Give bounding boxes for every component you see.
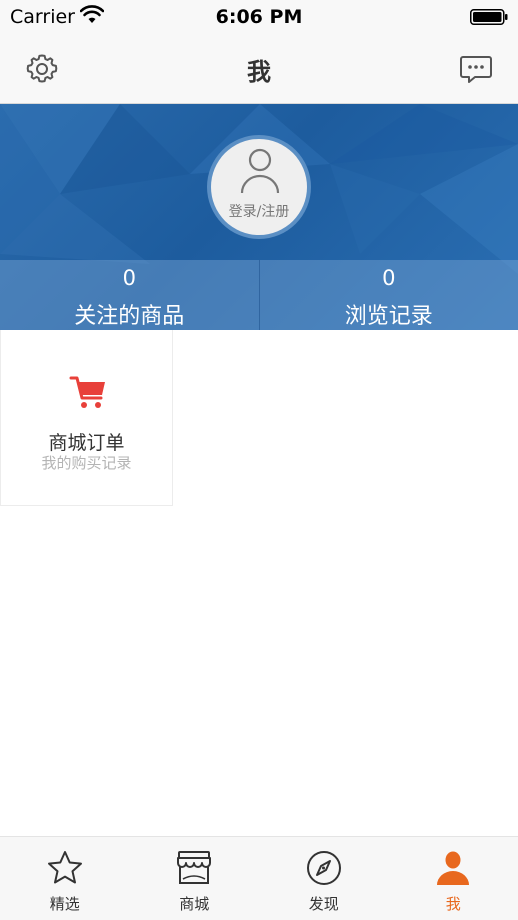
stat-count: 0 bbox=[122, 266, 136, 290]
nav-bar: 我 bbox=[0, 34, 518, 104]
tab-label: 我 bbox=[445, 895, 461, 913]
tab-featured[interactable]: 精选 bbox=[0, 837, 130, 920]
avatar-login-button[interactable]: 登录/注册 bbox=[207, 135, 311, 239]
page-title: 我 bbox=[247, 58, 271, 86]
tab-label: 发现 bbox=[308, 895, 339, 913]
avatar: 登录/注册 bbox=[211, 139, 307, 235]
tab-bar: 精选 商城 发现 我 bbox=[0, 836, 518, 920]
cart-icon bbox=[69, 376, 105, 408]
tab-me[interactable]: 我 bbox=[389, 837, 518, 920]
tab-label: 精选 bbox=[49, 895, 80, 913]
message-button[interactable] bbox=[456, 49, 496, 89]
status-bar: Carrier 6:06 PM bbox=[0, 0, 518, 34]
stat-label: 关注的商品 bbox=[74, 304, 185, 329]
profile-stats: 0 关注的商品 0 浏览记录 bbox=[0, 260, 518, 330]
tile-title: 商城订单 bbox=[48, 432, 125, 454]
tab-label: 商城 bbox=[179, 895, 210, 913]
store-icon bbox=[177, 851, 212, 884]
user-icon bbox=[437, 851, 470, 885]
tab-mall[interactable]: 商城 bbox=[130, 837, 260, 920]
login-register-label: 登录/注册 bbox=[228, 204, 290, 220]
battery-icon bbox=[470, 9, 508, 25]
tab-discover[interactable]: 发现 bbox=[259, 837, 389, 920]
status-time: 6:06 PM bbox=[215, 6, 303, 28]
profile-banner: 登录/注册 0 关注的商品 0 浏览记录 bbox=[0, 104, 518, 330]
compass-icon bbox=[306, 851, 341, 885]
stat-browsing-history[interactable]: 0 浏览记录 bbox=[258, 260, 518, 330]
stat-count: 0 bbox=[382, 266, 396, 290]
person-icon bbox=[240, 148, 280, 194]
tile-subtitle: 我的购买记录 bbox=[41, 454, 132, 472]
mall-orders-tile[interactable]: 商城订单 我的购买记录 bbox=[0, 330, 173, 506]
stat-label: 浏览记录 bbox=[344, 304, 433, 329]
message-icon bbox=[460, 56, 492, 83]
star-icon bbox=[47, 851, 82, 884]
stat-followed-products[interactable]: 0 关注的商品 bbox=[0, 260, 259, 330]
